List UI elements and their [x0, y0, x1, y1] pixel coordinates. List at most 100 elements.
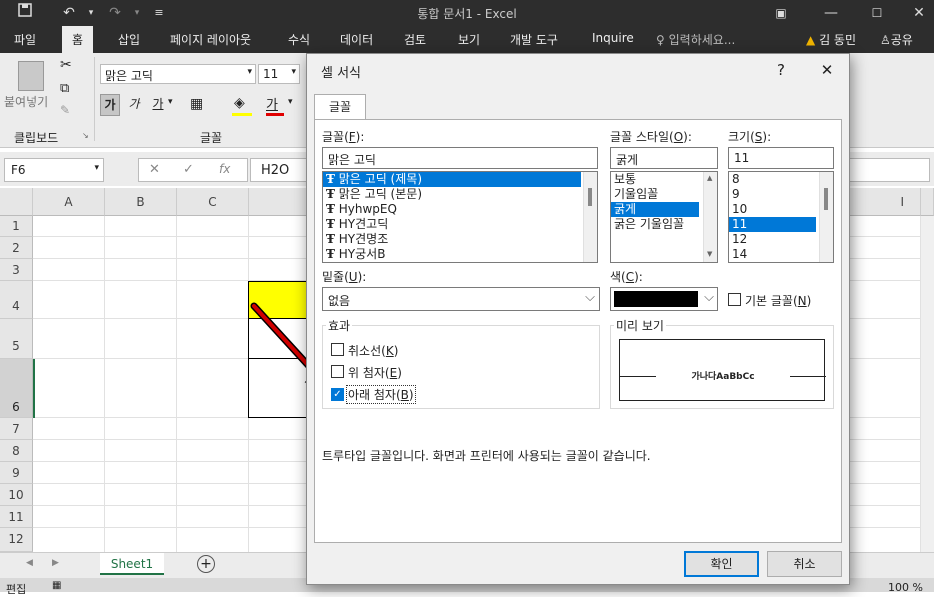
row-header[interactable]: 2	[0, 237, 33, 259]
row-header[interactable]: 4	[0, 281, 33, 319]
macro-record-icon[interactable]: ▦	[52, 580, 61, 591]
copy-icon[interactable]: ⧉	[60, 81, 69, 96]
italic-button[interactable]: 가	[124, 94, 144, 116]
strikethrough-checkbox[interactable]	[331, 343, 344, 356]
list-item[interactable]: Ŧ 맑은 고딕 (제목)	[323, 172, 581, 187]
cancel-button[interactable]: 취소	[767, 551, 842, 577]
bold-button[interactable]: 가	[100, 94, 120, 116]
sheet-tab-sheet1[interactable]: Sheet1	[100, 553, 164, 575]
list-item[interactable]: Ŧ 맑은 고딕 (본문)	[323, 187, 597, 202]
tab-file[interactable]: 파일	[14, 31, 36, 48]
scroll-up-icon[interactable]: ▲	[707, 174, 712, 182]
tab-home[interactable]: 홈	[62, 26, 94, 53]
font-color-button[interactable]: 가	[266, 94, 278, 113]
row-header[interactable]: 5	[0, 319, 33, 359]
zoom-level[interactable]: 100 %	[888, 581, 923, 594]
list-item[interactable]: 보통	[611, 172, 717, 187]
cut-icon[interactable]: ✂	[60, 57, 72, 73]
underline-select[interactable]: 없음 ⌵	[322, 287, 600, 311]
row-header-selected[interactable]: 6	[0, 359, 33, 418]
tab-insert[interactable]: 삽입	[118, 31, 140, 48]
row-header[interactable]: 10	[0, 484, 33, 506]
select-all-corner[interactable]	[0, 188, 33, 216]
superscript-checkbox[interactable]	[331, 365, 344, 378]
close-dialog-button[interactable]: ✕	[815, 58, 839, 82]
list-item[interactable]: 11	[729, 217, 816, 232]
column-header-c[interactable]: C	[177, 188, 249, 216]
column-header-j[interactable]	[921, 188, 934, 216]
style-list-scrollbar[interactable]: ▲ ▼	[703, 172, 717, 262]
list-item[interactable]: 12	[729, 232, 833, 247]
fill-color-icon[interactable]: ◈	[234, 95, 245, 111]
scroll-left-icon[interactable]: ◀	[26, 558, 33, 568]
list-item[interactable]: 14	[729, 247, 833, 262]
underline-button[interactable]: 가	[148, 94, 168, 116]
scroll-thumb[interactable]	[588, 188, 592, 206]
font-size-box[interactable]: 11 ▾	[258, 64, 300, 84]
tab-inquire[interactable]: Inquire	[592, 31, 634, 45]
list-item[interactable]: Ŧ HyhwpEQ	[323, 202, 597, 217]
help-button[interactable]: ?	[769, 58, 793, 82]
normal-font-checkbox[interactable]	[728, 293, 741, 306]
color-select[interactable]: ⌵	[610, 287, 718, 311]
row-header[interactable]: 1	[0, 216, 33, 237]
cancel-icon[interactable]: ✕	[149, 162, 160, 177]
tab-developer[interactable]: 개발 도구	[510, 31, 558, 48]
ribbon-display-icon[interactable]: ▣	[770, 3, 792, 23]
paste-button[interactable]: 붙여넣기	[4, 93, 48, 110]
column-header-i[interactable]: I	[849, 188, 921, 216]
list-item[interactable]: Ŧ HY견명조	[323, 232, 597, 247]
add-sheet-icon[interactable]: +	[197, 555, 215, 573]
enter-icon[interactable]: ✓	[183, 162, 194, 177]
column-header-a[interactable]: A	[33, 188, 105, 216]
tab-page-layout[interactable]: 페이지 레이아웃	[170, 31, 251, 48]
list-item[interactable]: 9	[729, 187, 833, 202]
subscript-checkbox[interactable]: ✓	[331, 388, 344, 401]
tab-review[interactable]: 검토	[404, 31, 426, 48]
tab-view[interactable]: 보기	[458, 31, 480, 48]
close-window-icon[interactable]: ✕	[908, 3, 930, 23]
underline-dropdown-icon[interactable]: ▾	[168, 97, 173, 107]
share-button[interactable]: ♙공유	[880, 31, 913, 48]
tab-data[interactable]: 데이터	[340, 31, 373, 48]
list-item[interactable]: 10	[729, 202, 833, 217]
list-item[interactable]: 굵게	[611, 202, 699, 217]
row-header[interactable]: 9	[0, 462, 33, 484]
column-header-b[interactable]: B	[105, 188, 177, 216]
list-item[interactable]: 굵은 기울임꼴	[611, 217, 717, 232]
tab-formulas[interactable]: 수식	[288, 31, 310, 48]
style-list[interactable]: 보통 기울임꼴 굵게 굵은 기울임꼴	[610, 171, 718, 263]
scroll-thumb[interactable]	[824, 188, 828, 210]
scroll-down-icon[interactable]: ▼	[707, 250, 712, 258]
style-input[interactable]: 굵게	[610, 147, 718, 169]
borders-icon[interactable]: ▦	[190, 96, 203, 112]
font-color-dropdown-icon[interactable]: ▾	[288, 97, 293, 107]
list-item[interactable]: 8	[729, 172, 833, 187]
row-header[interactable]: 8	[0, 440, 33, 462]
minimize-icon[interactable]: —	[820, 3, 842, 23]
tell-me-box[interactable]: ♀ 입력하세요...	[656, 31, 735, 48]
list-item[interactable]: 기울임꼴	[611, 187, 717, 202]
row-header[interactable]: 11	[0, 506, 33, 528]
ok-button[interactable]: 확인	[684, 551, 759, 577]
scroll-right-icon[interactable]: ▶	[52, 558, 59, 568]
row-header[interactable]: 12	[0, 528, 33, 552]
row-header[interactable]: 7	[0, 418, 33, 440]
font-list-scrollbar[interactable]	[583, 172, 597, 262]
paste-icon[interactable]	[18, 61, 44, 91]
tab-font[interactable]: 글꼴	[314, 94, 366, 120]
size-input[interactable]: 11	[728, 147, 834, 169]
font-name-box[interactable]: 맑은 고딕 ▾	[100, 64, 256, 84]
user-account[interactable]: ▲ 김 동민	[806, 31, 856, 48]
insert-function-icon[interactable]: fx	[219, 162, 230, 176]
maximize-icon[interactable]: ☐	[866, 3, 888, 23]
list-item[interactable]: Ŧ HY궁서B	[323, 247, 597, 262]
vertical-scrollbar[interactable]	[921, 216, 934, 552]
format-painter-icon[interactable]: ✎	[60, 103, 70, 117]
font-list[interactable]: Ŧ 맑은 고딕 (제목) Ŧ 맑은 고딕 (본문) Ŧ HyhwpEQ Ŧ HY…	[322, 171, 598, 263]
font-input[interactable]: 맑은 고딕	[322, 147, 598, 169]
size-list-scrollbar[interactable]	[819, 172, 833, 262]
name-box[interactable]: F6 ▾	[4, 158, 104, 182]
row-header[interactable]: 3	[0, 259, 33, 281]
clipboard-launcher-icon[interactable]: ↘	[82, 131, 89, 140]
